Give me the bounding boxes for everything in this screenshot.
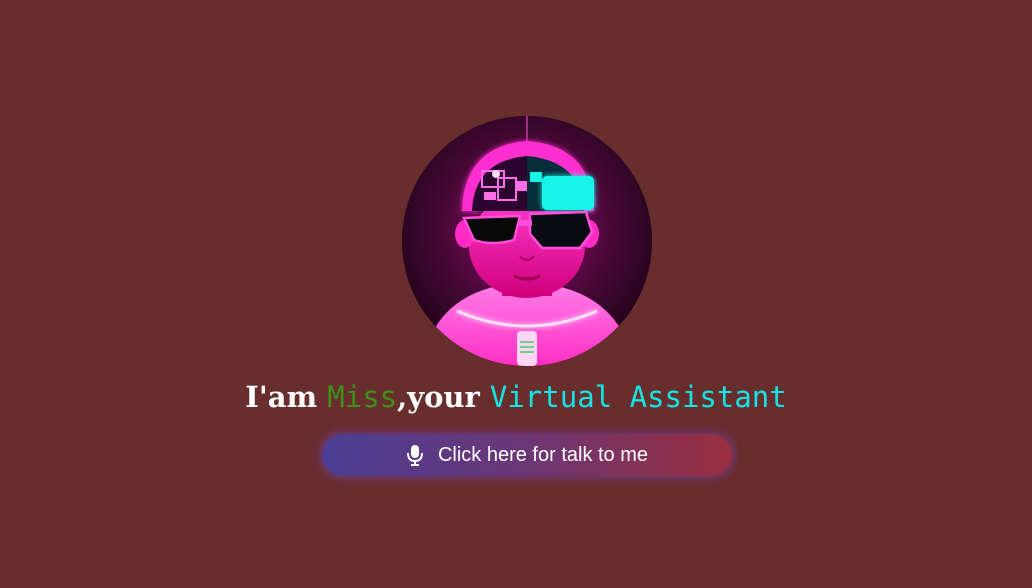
- page: I'am Miss,your Virtual Assistant Click h…: [0, 0, 1032, 588]
- assistant-name: Miss: [327, 380, 398, 414]
- assistant-avatar: [402, 116, 652, 366]
- talk-button-label: Click here for talk to me: [437, 443, 649, 466]
- assistant-heading: I'am Miss,your Virtual Assistant: [0, 377, 1032, 417]
- heading-mid: ,your: [397, 380, 490, 414]
- heading-lead: I'am: [245, 380, 328, 414]
- assistant-role: Virtual Assistant: [489, 380, 787, 414]
- avatar-illustration: [402, 116, 652, 366]
- talk-button[interactable]: Click here for talk to me: [322, 434, 732, 476]
- microphone-icon: [406, 444, 424, 466]
